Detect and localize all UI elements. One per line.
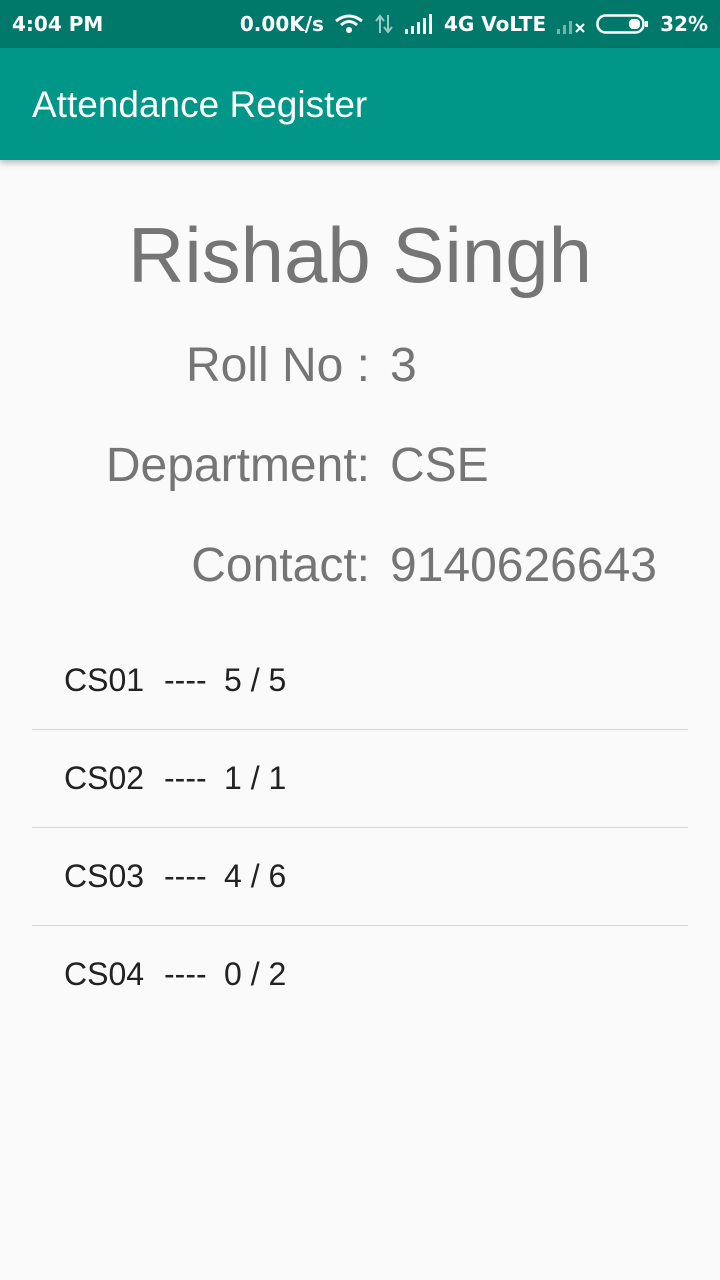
roll-value: 3 (390, 339, 417, 392)
signal-off-icon (556, 14, 586, 34)
status-bar: 4:04 PM 0.00K/s 4G VoLTE 32% (0, 0, 720, 48)
subject-separator: ---- (164, 760, 207, 796)
attendance-count: 0 / 2 (224, 956, 287, 992)
subject-separator: ---- (164, 662, 207, 698)
subject-code: CS04 (64, 956, 145, 992)
subject-code: CS01 (64, 662, 145, 698)
contact-value: 9140626643 (390, 539, 657, 592)
list-item[interactable]: CS02 ---- 1 / 1 (32, 730, 688, 828)
attendance-count: 4 / 6 (224, 858, 287, 894)
battery-icon (596, 13, 650, 35)
subject-code: CS02 (64, 760, 145, 796)
subject-list: CS01 ---- 5 / 5 CS02 ---- 1 / 1 CS03 ---… (32, 632, 688, 1023)
list-item[interactable]: CS01 ---- 5 / 5 (32, 632, 688, 730)
department-label: Department: (105, 439, 370, 492)
signal-icon (404, 14, 434, 34)
subject-separator: ---- (164, 956, 207, 992)
contact-label: Contact: (191, 539, 370, 592)
list-item[interactable]: CS04 ---- 0 / 2 (32, 926, 688, 1023)
data-arrows-icon (374, 13, 394, 35)
app-bar: Attendance Register (0, 48, 720, 160)
status-right: 0.00K/s 4G VoLTE 32% (240, 12, 708, 36)
list-item[interactable]: CS03 ---- 4 / 6 (32, 828, 688, 926)
attendance-count: 1 / 1 (224, 760, 287, 796)
subject-separator: ---- (164, 858, 207, 894)
attendance-count: 5 / 5 (224, 662, 287, 698)
network-speed: 0.00K/s (239, 12, 324, 36)
roll-label: Roll No : (185, 339, 370, 392)
app-title: Attendance Register (32, 84, 368, 125)
status-time: 4:04 PM (12, 12, 104, 36)
battery-percent: 32% (660, 12, 708, 36)
network-type: 4G VoLTE (443, 12, 547, 36)
subject-code: CS03 (64, 858, 145, 894)
wifi-icon (334, 13, 364, 35)
student-name: Rishab Singh (128, 211, 592, 299)
department-value: CSE (390, 439, 489, 492)
